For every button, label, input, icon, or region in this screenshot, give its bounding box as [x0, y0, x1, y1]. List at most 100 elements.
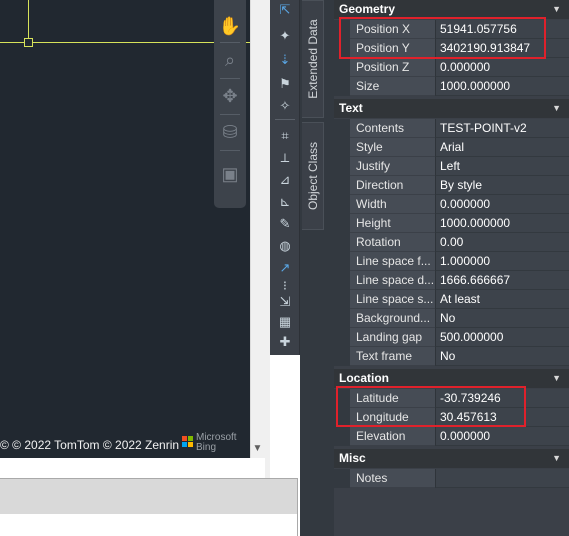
- toolbar-tool-2-icon[interactable]: ✦: [274, 26, 296, 46]
- toolbar-tool-4-icon[interactable]: ⚑: [274, 74, 296, 94]
- crosshair-horizontal: [0, 42, 250, 43]
- map-attribution: © © 2022 TomTom © 2022 Zenrin: [0, 438, 180, 452]
- property-row[interactable]: Width 0.000000: [334, 195, 569, 214]
- section-misc[interactable]: Misc ▼: [334, 449, 569, 468]
- highlight-position-box: [339, 17, 546, 59]
- toolbar-tool-12-icon[interactable]: ↗: [274, 258, 296, 278]
- showmotion-icon[interactable]: ⛁: [218, 120, 242, 144]
- section-misc-title: Misc: [339, 451, 366, 465]
- scroll-down-arrow-icon[interactable]: ▼: [250, 440, 265, 458]
- property-value[interactable]: By style: [435, 176, 569, 195]
- toolbar-tool-1-icon[interactable]: ⇱: [274, 0, 296, 20]
- property-value[interactable]: No: [435, 309, 569, 328]
- property-row[interactable]: Line space s... At least: [334, 290, 569, 309]
- toolbar-tool-10-icon[interactable]: ✎: [274, 214, 296, 234]
- drawing-viewport[interactable]: ✋ ⌕ ✥ ⛁ ▣ © © 2022 TomTom © 2022 Zenrin …: [0, 0, 250, 458]
- properties-tab-strip: Extended Data Object Class: [300, 0, 334, 536]
- property-value[interactable]: [435, 469, 569, 488]
- crosshair-vertical: [28, 0, 29, 43]
- property-label: Direction: [350, 176, 435, 195]
- selection-grip[interactable]: [24, 38, 33, 47]
- property-value[interactable]: 1000.000000: [435, 214, 569, 233]
- property-label: Notes: [350, 469, 435, 488]
- section-geometry-title: Geometry: [339, 2, 396, 16]
- property-value[interactable]: At least: [435, 290, 569, 309]
- pan-icon[interactable]: ✋: [218, 14, 242, 38]
- property-value[interactable]: 0.000000: [435, 427, 569, 446]
- microsoft-logo-icon: [182, 436, 194, 448]
- navbar-separator: [220, 78, 240, 79]
- property-label: Background...: [350, 309, 435, 328]
- navbar-separator: [220, 150, 240, 151]
- property-row[interactable]: Position Z 0.000000: [334, 58, 569, 77]
- zoom-icon[interactable]: ⌕: [218, 48, 242, 72]
- property-row[interactable]: Background... No: [334, 309, 569, 328]
- property-label: Height: [350, 214, 435, 233]
- recorder-icon[interactable]: ▣: [218, 162, 242, 186]
- tab-object-class-label: Object Class: [305, 141, 320, 211]
- property-label: Contents: [350, 119, 435, 138]
- collapse-chevron-icon[interactable]: ▼: [552, 99, 561, 118]
- microsoft-bing-text: Microsoft Bing: [196, 433, 237, 453]
- property-row[interactable]: Elevation 0.000000: [334, 427, 569, 446]
- toolbar-tool-9-icon[interactable]: ⊾: [274, 192, 296, 212]
- toolbar-tool-7-icon[interactable]: ⟂: [274, 148, 296, 168]
- toolbar-tool-6-icon[interactable]: ⌗: [274, 126, 296, 146]
- property-value[interactable]: 0.000000: [435, 58, 569, 77]
- property-value[interactable]: 1666.666667: [435, 271, 569, 290]
- toolbar-tool-16-icon[interactable]: ✚: [274, 332, 296, 352]
- toolbar-tool-3-icon[interactable]: ⇣: [274, 50, 296, 70]
- property-row[interactable]: Rotation 0.00: [334, 233, 569, 252]
- toolbar-tool-5-icon[interactable]: ✧: [274, 96, 296, 116]
- property-label: Landing gap: [350, 328, 435, 347]
- collapse-chevron-icon[interactable]: ▼: [552, 0, 561, 19]
- property-row[interactable]: Height 1000.000000: [334, 214, 569, 233]
- property-row[interactable]: Landing gap 500.000000: [334, 328, 569, 347]
- property-value[interactable]: TEST-POINT-v2: [435, 119, 569, 138]
- property-value[interactable]: 500.000000: [435, 328, 569, 347]
- palette-toolbar: ⇱ ✦ ⇣ ⚑ ✧ ⌗ ⟂ ⊿ ⊾ ✎ ◍ ↗ ⁝ ⇲ ▦ ✚: [270, 0, 300, 355]
- property-label: Justify: [350, 157, 435, 176]
- section-text[interactable]: Text ▼: [334, 99, 569, 118]
- property-label: Size: [350, 77, 435, 96]
- property-value[interactable]: 0.000000: [435, 195, 569, 214]
- property-row[interactable]: Style Arial: [334, 138, 569, 157]
- property-value[interactable]: 0.00: [435, 233, 569, 252]
- property-label: Elevation: [350, 427, 435, 446]
- toolbar-separator: [275, 119, 295, 120]
- property-row[interactable]: Line space d... 1666.666667: [334, 271, 569, 290]
- property-label: Style: [350, 138, 435, 157]
- property-label: Rotation: [350, 233, 435, 252]
- property-row[interactable]: Line space f... 1.000000: [334, 252, 569, 271]
- command-line-bar[interactable]: [0, 478, 298, 514]
- property-row[interactable]: Justify Left: [334, 157, 569, 176]
- properties-panel: Geometry ▼ Position X 51941.057756 Positi…: [334, 0, 569, 536]
- property-value[interactable]: Arial: [435, 138, 569, 157]
- collapse-chevron-icon[interactable]: ▼: [552, 449, 561, 468]
- toolbar-tool-11-icon[interactable]: ◍: [274, 236, 296, 256]
- toolbar-tool-15-icon[interactable]: ▦: [274, 312, 296, 332]
- command-input-area[interactable]: [0, 514, 298, 536]
- property-value[interactable]: 1000.000000: [435, 77, 569, 96]
- orbit-icon[interactable]: ✥: [218, 84, 242, 108]
- navbar-separator: [220, 42, 240, 43]
- viewport-scrollbar[interactable]: [250, 0, 265, 458]
- property-value[interactable]: Left: [435, 157, 569, 176]
- property-label: Line space d...: [350, 271, 435, 290]
- property-value[interactable]: 1.000000: [435, 252, 569, 271]
- navigation-bar: ✋ ⌕ ✥ ⛁ ▣: [214, 0, 246, 208]
- property-row[interactable]: Direction By style: [334, 176, 569, 195]
- property-value[interactable]: No: [435, 347, 569, 366]
- collapse-chevron-icon[interactable]: ▼: [552, 369, 561, 388]
- property-row[interactable]: Text frame No: [334, 347, 569, 366]
- property-row[interactable]: Size 1000.000000: [334, 77, 569, 96]
- property-row[interactable]: Notes: [334, 469, 569, 488]
- toolbar-tool-8-icon[interactable]: ⊿: [274, 170, 296, 190]
- navbar-separator: [220, 114, 240, 115]
- bing-text: Bing: [196, 442, 217, 453]
- tab-object-class[interactable]: Object Class: [302, 122, 324, 230]
- property-row[interactable]: Contents TEST-POINT-v2: [334, 119, 569, 138]
- tab-extended-data[interactable]: Extended Data: [302, 0, 324, 118]
- property-label: Position Z: [350, 58, 435, 77]
- toolbar-tool-14-icon[interactable]: ⇲: [274, 292, 296, 312]
